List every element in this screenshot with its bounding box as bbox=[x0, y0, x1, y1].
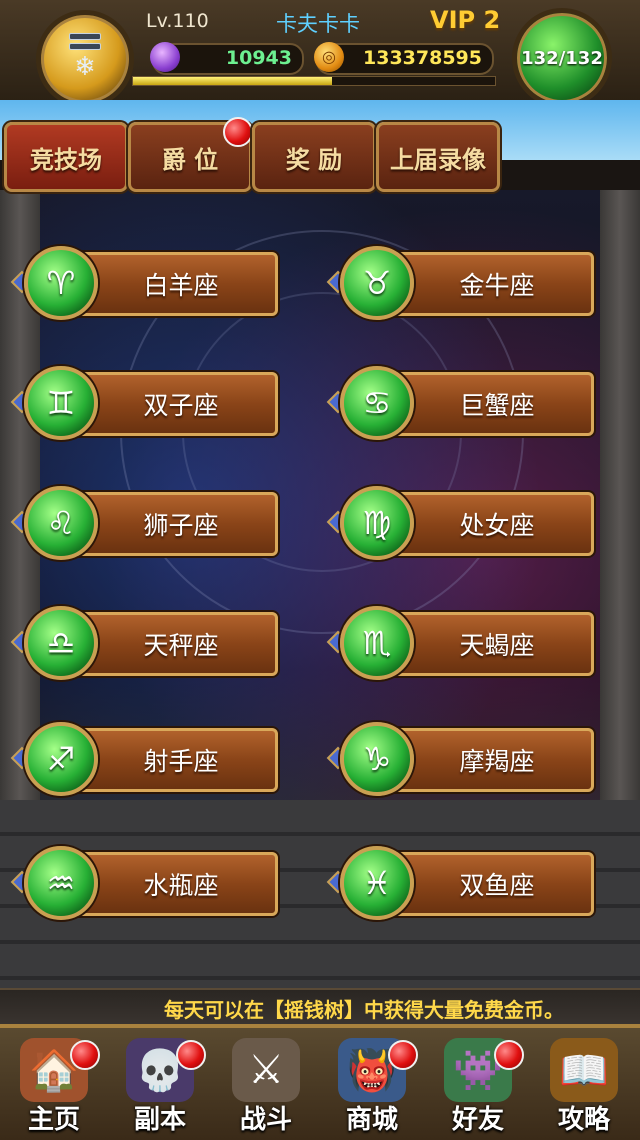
nav-item-2[interactable]: ⚔ 战斗 bbox=[214, 1028, 318, 1140]
nav-label: 战斗 bbox=[239, 1105, 292, 1135]
coin-value: 133378595 bbox=[363, 47, 482, 69]
taurus-icon: ♉ bbox=[340, 246, 414, 320]
stone-pillar-right bbox=[600, 190, 640, 810]
sign-button-aquarius[interactable]: 水瓶座 ♒ bbox=[10, 846, 278, 920]
sign-label: 双鱼座 bbox=[459, 871, 535, 900]
sign-button-libra[interactable]: 天秤座 ♎ bbox=[10, 606, 278, 680]
sign-label: 狮子座 bbox=[143, 511, 219, 540]
sign-label: 摩羯座 bbox=[459, 747, 535, 776]
sign-button-virgo[interactable]: 处女座 ♍ bbox=[326, 486, 594, 560]
player-name[interactable]: 卡夫卡卡 bbox=[276, 8, 360, 38]
scorpio-icon: ♏ bbox=[340, 606, 414, 680]
nav-label: 商城 bbox=[345, 1105, 398, 1135]
player-level: Lv.110 bbox=[146, 10, 209, 32]
nav-item-0[interactable]: 🏠 主页 bbox=[2, 1028, 106, 1140]
tab-label: 上届录像 bbox=[390, 145, 486, 174]
sign-symbol: ♎ bbox=[46, 624, 76, 662]
top-status-bar: ❄ Lv.110 卡夫卡卡 VIP 2 10943 ◎ 133378595 13… bbox=[0, 0, 640, 108]
tab-rewards[interactable]: 奖 励 bbox=[252, 122, 376, 192]
xp-bar bbox=[132, 76, 496, 86]
nav-glyph: 📖 bbox=[559, 1047, 609, 1094]
xp-fill bbox=[133, 77, 333, 85]
nav-item-5[interactable]: 📖 攻略 bbox=[532, 1028, 636, 1140]
tab-rank[interactable]: 爵 位 bbox=[128, 117, 253, 192]
sign-symbol: ♉ bbox=[362, 264, 392, 302]
sign-label: 天蝎座 bbox=[459, 631, 535, 660]
sign-label: 双子座 bbox=[143, 391, 219, 420]
tab-label: 竞技场 bbox=[30, 145, 102, 174]
arena-tabs: 竞技场 爵 位 奖 励 上届录像 bbox=[0, 117, 640, 192]
sign-symbol: ♒ bbox=[46, 864, 76, 902]
sign-label: 白羊座 bbox=[143, 271, 219, 300]
energy-orb[interactable]: 132/132 bbox=[512, 8, 612, 108]
cancer-icon: ♋ bbox=[340, 366, 414, 440]
nav-label: 副本 bbox=[133, 1105, 186, 1135]
sign-symbol: ♍ bbox=[362, 504, 392, 542]
tab-label: 爵 位 bbox=[161, 145, 219, 174]
notification-dot bbox=[388, 1040, 418, 1070]
aquarius-icon: ♒ bbox=[24, 846, 98, 920]
nav-label: 主页 bbox=[27, 1105, 80, 1135]
sign-button-aries[interactable]: 白羊座 ♈ bbox=[10, 246, 278, 320]
sign-symbol: ♐ bbox=[46, 740, 76, 778]
leo-icon: ♌ bbox=[24, 486, 98, 560]
gem-counter[interactable]: 10943 bbox=[150, 42, 304, 75]
aries-icon: ♈ bbox=[24, 246, 98, 320]
sign-button-cancer[interactable]: 巨蟹座 ♋ bbox=[326, 366, 594, 440]
sign-label: 天秤座 bbox=[143, 631, 219, 660]
nav-label: 攻略 bbox=[557, 1105, 610, 1135]
sign-button-pisces[interactable]: 双鱼座 ♓ bbox=[326, 846, 594, 920]
menu-icon: ❄ bbox=[69, 33, 101, 85]
book-icon: 📖 bbox=[550, 1038, 618, 1102]
sign-label: 射手座 bbox=[143, 747, 219, 776]
sagittarius-icon: ♐ bbox=[24, 722, 98, 796]
zodiac-panel: 白羊座 ♈ 金牛座 ♉ 双子座 ♊ 巨蟹座 ♋ 狮子座 ♌ 处女座 ♍ 天秤座 ♎ 天蝎座 ♏ 射手座 ♐ 摩羯座 ♑… bbox=[0, 190, 640, 990]
sign-symbol: ♋ bbox=[362, 384, 392, 422]
sign-label: 水瓶座 bbox=[143, 871, 219, 900]
capricorn-icon: ♑ bbox=[340, 722, 414, 796]
sign-symbol: ♈ bbox=[46, 264, 76, 302]
libra-icon: ♎ bbox=[24, 606, 98, 680]
sign-label: 处女座 bbox=[459, 511, 535, 540]
sign-symbol: ♑ bbox=[362, 740, 392, 778]
sign-symbol: ♊ bbox=[46, 384, 76, 422]
coin-counter[interactable]: ◎ 133378595 bbox=[314, 42, 494, 75]
bottom-nav: 🏠 主页 💀 副本 ⚔ 战斗 👹 商城 👾 好友 📖 攻略 bbox=[0, 1024, 640, 1140]
sign-symbol: ♌ bbox=[46, 504, 76, 542]
virgo-icon: ♍ bbox=[340, 486, 414, 560]
notification-dot bbox=[494, 1040, 524, 1070]
nav-item-3[interactable]: 👹 商城 bbox=[320, 1028, 424, 1140]
sign-label: 巨蟹座 bbox=[459, 391, 535, 420]
sign-button-sagittarius[interactable]: 射手座 ♐ bbox=[10, 722, 278, 796]
notification-dot bbox=[223, 117, 253, 147]
pisces-icon: ♓ bbox=[340, 846, 414, 920]
announcement-ticker: 每天可以在【摇钱树】中获得大量免费金币。 bbox=[0, 988, 640, 1026]
sign-symbol: ♓ bbox=[362, 864, 392, 902]
gemini-icon: ♊ bbox=[24, 366, 98, 440]
energy-value: 132/132 bbox=[521, 47, 603, 69]
sign-button-capricorn[interactable]: 摩羯座 ♑ bbox=[326, 722, 594, 796]
nav-label: 好友 bbox=[451, 1105, 504, 1135]
sign-label: 金牛座 bbox=[459, 271, 535, 300]
sign-button-taurus[interactable]: 金牛座 ♉ bbox=[326, 246, 594, 320]
notification-dot bbox=[176, 1040, 206, 1070]
notification-dot bbox=[70, 1040, 100, 1070]
menu-button[interactable]: ❄ bbox=[36, 10, 134, 108]
vip-badge[interactable]: VIP 2 bbox=[430, 6, 500, 34]
gem-value: 10943 bbox=[225, 47, 292, 69]
sign-button-gemini[interactable]: 双子座 ♊ bbox=[10, 366, 278, 440]
nav-glyph: ⚔ bbox=[248, 1047, 284, 1093]
tab-arena[interactable]: 竞技场 bbox=[4, 122, 128, 192]
tab-replay[interactable]: 上届录像 bbox=[376, 122, 500, 192]
sword-icon: ⚔ bbox=[232, 1038, 300, 1102]
nav-item-4[interactable]: 👾 好友 bbox=[426, 1028, 530, 1140]
sign-symbol: ♏ bbox=[362, 624, 392, 662]
tab-label: 奖 励 bbox=[285, 145, 343, 174]
sign-button-scorpio[interactable]: 天蝎座 ♏ bbox=[326, 606, 594, 680]
sign-button-leo[interactable]: 狮子座 ♌ bbox=[10, 486, 278, 560]
ticker-text: 每天可以在【摇钱树】中获得大量免费金币。 bbox=[164, 998, 564, 1022]
nav-item-1[interactable]: 💀 副本 bbox=[108, 1028, 212, 1140]
snowflake-icon: ❄ bbox=[74, 52, 96, 82]
